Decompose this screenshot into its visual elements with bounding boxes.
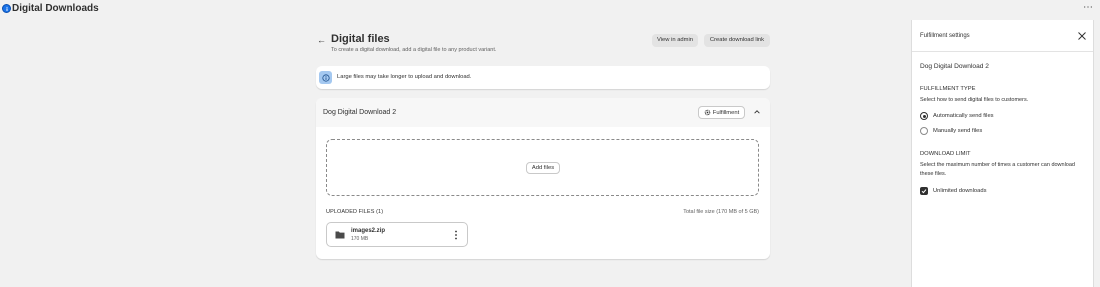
chevron-up-icon[interactable] — [753, 108, 761, 116]
panel-product-name: Dog Digital Download 2 — [920, 63, 989, 70]
app-logo-icon — [2, 4, 11, 13]
page-subtitle: To create a digital download, add a digi… — [331, 47, 497, 53]
product-title: Dog Digital Download 2 — [323, 109, 397, 116]
file-size: 170 MB — [351, 236, 369, 242]
back-arrow-icon[interactable]: ← — [317, 35, 326, 45]
radio-auto-send[interactable] — [920, 112, 928, 120]
more-actions-icon[interactable]: ⋯ — [1083, 3, 1093, 13]
unlimited-downloads-checkbox[interactable] — [920, 187, 928, 195]
panel-header: Fulfillment settings — [912, 20, 1093, 52]
more-vertical-icon[interactable] — [453, 229, 459, 241]
page-title: Digital files — [331, 33, 390, 45]
radio-auto-send-label[interactable]: Automatically send files — [933, 113, 994, 120]
card-header: Dog Digital Download 2 Fulfillment — [316, 98, 770, 127]
banner-text: Large files may take longer to upload an… — [337, 74, 472, 80]
uploaded-files-label: UPLOADED FILES (1) — [326, 209, 384, 215]
download-limit-description: Select the maximum number of times a cus… — [920, 162, 1075, 177]
file-item[interactable]: images2.zip 170 MB — [326, 222, 468, 247]
fulfillment-type-heading: FULFILLMENT TYPE — [920, 86, 976, 92]
close-icon[interactable] — [1077, 31, 1087, 41]
unlimited-downloads-label[interactable]: Unlimited downloads — [933, 188, 987, 195]
fulfillment-type-description: Select how to send digital files to cust… — [920, 97, 1029, 103]
radio-manual-send[interactable] — [920, 127, 928, 135]
product-files-card: Dog Digital Download 2 Fulfillment Add f… — [316, 98, 770, 259]
folder-icon — [335, 231, 345, 239]
top-bar: Digital Downloads ⋯ — [0, 0, 1100, 18]
fulfillment-button[interactable]: Fulfillment — [698, 106, 745, 119]
checkmark-icon — [921, 189, 927, 194]
view-in-admin-button[interactable]: View in admin — [652, 34, 698, 47]
fulfillment-settings-panel: Fulfillment settings Dog Digital Downloa… — [911, 20, 1094, 287]
add-files-button[interactable]: Add files — [526, 162, 560, 174]
info-banner: Large files may take longer to upload an… — [316, 66, 770, 89]
fulfillment-label: Fulfillment — [712, 109, 740, 116]
create-download-link-button[interactable]: Create download link — [704, 34, 770, 47]
app-title: Digital Downloads — [12, 3, 99, 14]
info-icon — [319, 71, 332, 84]
panel-title: Fulfillment settings — [920, 33, 970, 39]
download-limit-heading: DOWNLOAD LIMIT — [920, 151, 971, 157]
file-dropzone[interactable]: Add files — [326, 139, 759, 196]
file-name: images2.zip — [351, 228, 386, 234]
radio-manual-send-label[interactable]: Manually send files — [933, 128, 982, 135]
total-file-size: Total file size (170 MB of 5 GB) — [683, 209, 759, 215]
gear-icon — [704, 109, 711, 116]
